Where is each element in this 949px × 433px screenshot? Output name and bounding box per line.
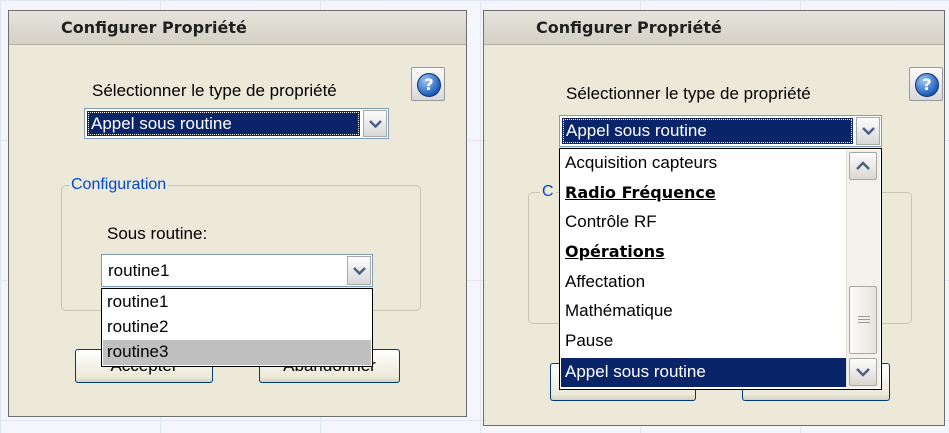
property-type-label: Sélectionner le type de propriété bbox=[92, 81, 337, 100]
chevron-down-icon bbox=[369, 119, 382, 128]
dialog-title: Configurer Propriété bbox=[9, 11, 466, 45]
configure-property-dialog-left: Configurer Propriété ? Sélectionner le t… bbox=[8, 10, 467, 417]
property-type-dropdown-list: Acquisition capteurs Radio Fréquence Con… bbox=[559, 148, 882, 390]
list-item[interactable]: Acquisition capteurs bbox=[561, 151, 846, 176]
dropdown-button[interactable] bbox=[363, 110, 387, 137]
subroutine-dropdown-list: routine1 routine2 routine3 bbox=[101, 288, 373, 367]
list-item-selected[interactable]: Appel sous routine bbox=[561, 358, 846, 387]
configuration-group-title: Configuration bbox=[69, 176, 169, 194]
configuration-group-title: C bbox=[540, 183, 556, 201]
list-item[interactable]: routine3 bbox=[103, 340, 371, 365]
property-type-value: Appel sous routine bbox=[562, 118, 853, 144]
chevron-down-icon bbox=[353, 266, 366, 275]
help-icon: ? bbox=[915, 73, 939, 97]
list-item[interactable]: Mathématique bbox=[561, 299, 846, 324]
dropdown-scrollbar[interactable] bbox=[846, 150, 880, 388]
property-type-select[interactable]: Appel sous routine bbox=[559, 115, 882, 147]
subroutine-label: Sous routine: bbox=[107, 224, 208, 243]
help-button[interactable]: ? bbox=[411, 67, 445, 101]
scroll-thumb[interactable] bbox=[849, 286, 877, 354]
list-item[interactable]: Pause bbox=[561, 329, 846, 354]
property-type-label: Sélectionner le type de propriété bbox=[566, 84, 811, 103]
configure-property-dialog-right: Configurer Propriété ? Sélectionner le t… bbox=[483, 10, 945, 426]
subroutine-value: routine1 bbox=[108, 261, 170, 280]
list-item[interactable]: Affectation bbox=[561, 270, 846, 295]
list-category: Radio Fréquence bbox=[565, 183, 716, 202]
dialog-title: Configurer Propriété bbox=[484, 11, 944, 45]
subroutine-select[interactable]: routine1 bbox=[101, 254, 373, 287]
help-button[interactable]: ? bbox=[909, 67, 943, 101]
property-type-select[interactable]: Appel sous routine bbox=[84, 108, 389, 139]
help-icon: ? bbox=[417, 73, 441, 97]
dropdown-button[interactable] bbox=[347, 256, 371, 285]
list-category: Opérations bbox=[565, 242, 665, 261]
property-type-value: Appel sous routine bbox=[87, 111, 360, 136]
list-item[interactable]: routine2 bbox=[103, 315, 371, 340]
list-item[interactable]: Contrôle RF bbox=[561, 210, 846, 235]
scroll-up-button[interactable] bbox=[849, 152, 877, 180]
scroll-down-button[interactable] bbox=[849, 358, 877, 386]
chevron-down-icon bbox=[862, 127, 875, 136]
chevron-up-icon bbox=[856, 161, 870, 170]
chevron-down-icon bbox=[856, 368, 870, 377]
list-item[interactable]: routine1 bbox=[103, 290, 371, 315]
dropdown-button[interactable] bbox=[856, 117, 880, 145]
